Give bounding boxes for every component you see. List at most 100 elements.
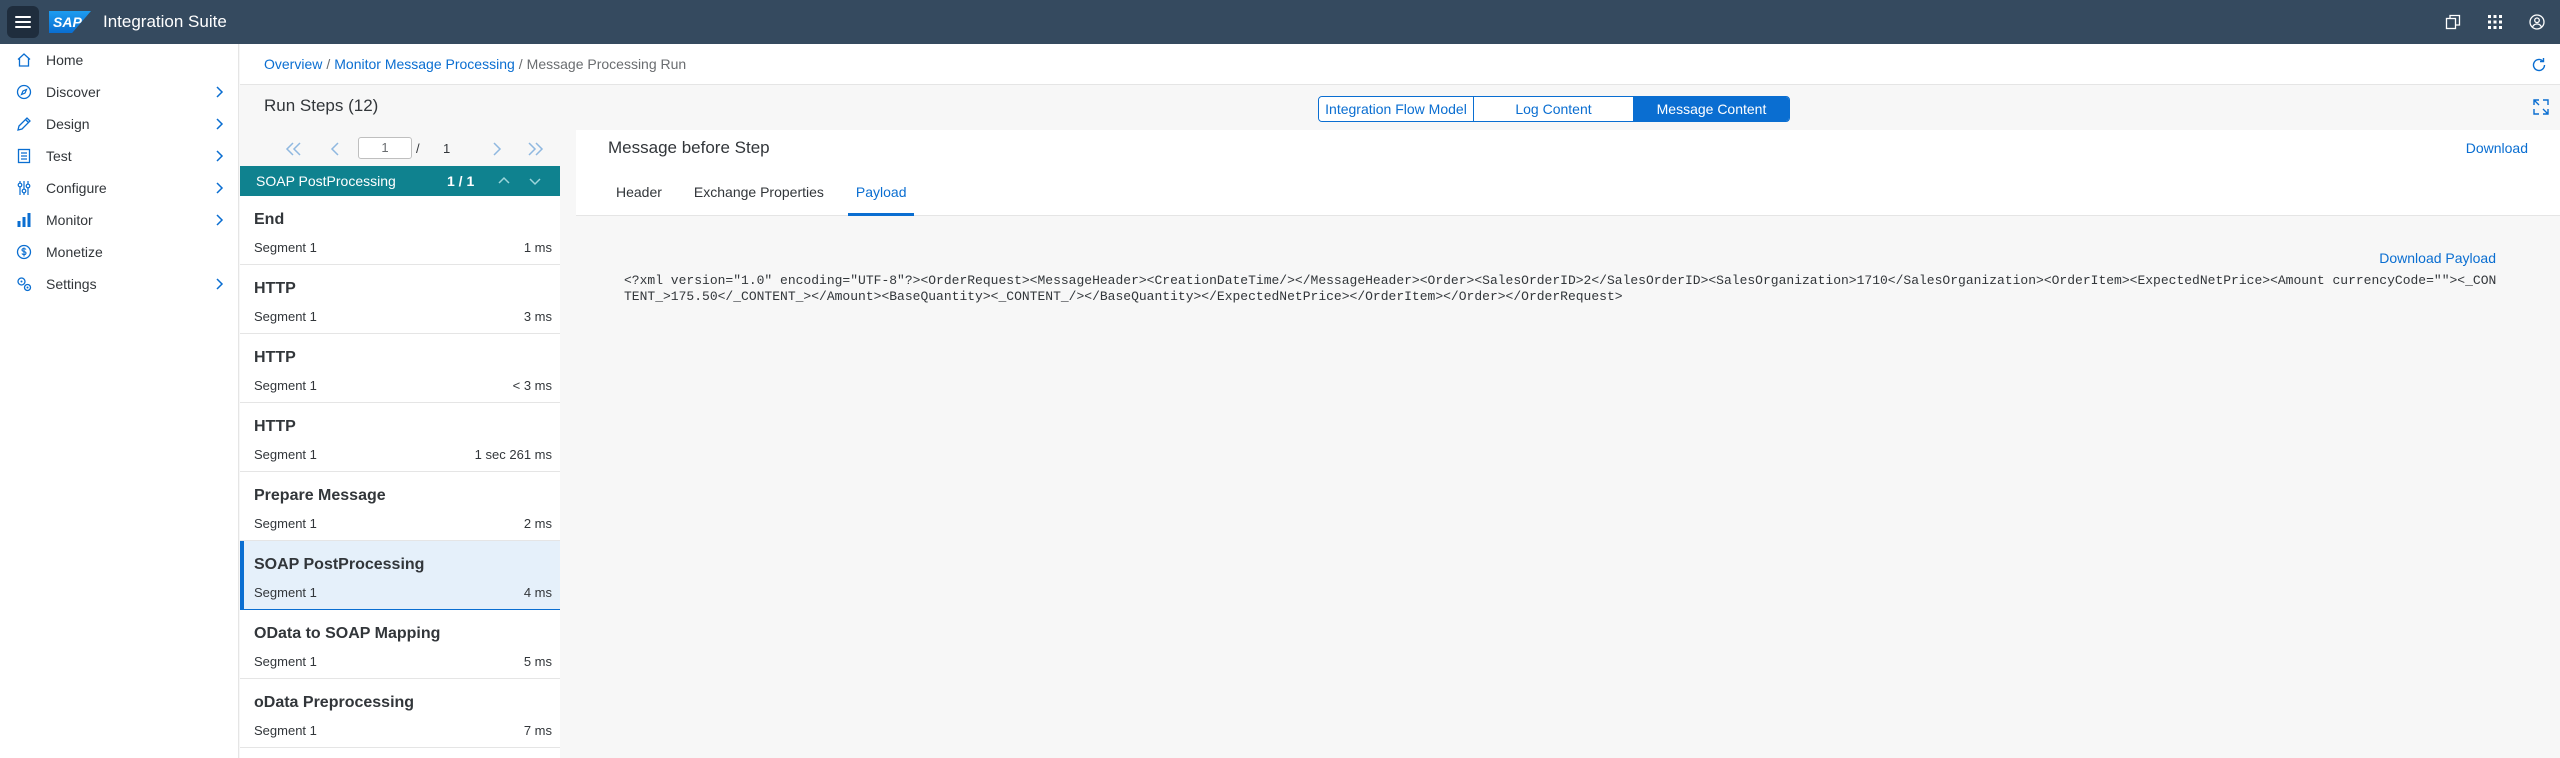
nav-label: Discover [46,84,101,100]
refresh-icon[interactable] [2530,56,2548,74]
step-duration: 7 ms [523,723,552,738]
page-number-input[interactable]: 1 [358,137,412,159]
checklist-icon [16,148,32,164]
breadcrumb-current: Message Processing Run [526,56,687,72]
nav-label: Design [46,116,90,132]
selected-step-name: SOAP PostProcessing [256,173,396,189]
nav-item-discover[interactable]: Discover [0,76,238,108]
app-grid-icon[interactable] [2486,13,2504,31]
list-item[interactable]: HTTP Segment 1 < 3 ms [240,334,560,403]
page-total: 1 [443,141,451,156]
step-name: OData to SOAP Mapping [254,625,441,642]
chevron-right-icon [216,214,224,226]
chevron-right-icon [216,86,224,98]
nav-item-monetize[interactable]: Monetize [0,236,238,268]
sliders-icon [16,180,32,196]
last-page-icon[interactable] [526,140,544,158]
download-payload-link[interactable]: Download Payload [2379,250,2496,266]
chevron-right-icon [216,182,224,194]
tab-log-content[interactable]: Log Content [1474,97,1634,121]
step-name: SOAP PostProcessing [254,556,425,573]
step-segment: Segment 1 [254,378,317,393]
list-item[interactable]: oData Preprocessing Segment 1 7 ms [240,679,560,748]
expand-icon[interactable] [2532,98,2550,116]
first-page-icon[interactable] [285,140,303,158]
download-link[interactable]: Download [2466,140,2528,156]
hamburger-icon [15,16,31,28]
breadcrumb-separator: / [518,56,523,72]
message-tabs: Header Exchange Properties Payload [600,178,922,216]
run-steps-title: Run Steps (12) [264,96,379,115]
step-duration: 2 ms [523,516,552,531]
user-avatar-icon[interactable] [2528,13,2546,31]
gears-icon [16,276,32,292]
step-name: HTTP [254,418,296,435]
step-name: HTTP [254,280,296,297]
list-item[interactable]: End Segment 1 1 ms [240,196,560,265]
message-title: Message before Step [608,138,770,157]
chevron-down-icon[interactable] [527,173,543,189]
step-segment: Segment 1 [254,654,317,669]
list-item-selected[interactable]: SOAP PostProcessing Segment 1 4 ms [240,541,560,610]
step-segment: Segment 1 [254,723,317,738]
app-title: Integration Suite [103,12,227,31]
step-duration: 5 ms [523,654,552,669]
message-header: Message before Step Download Header Exch… [576,130,2560,216]
step-duration: 1 ms [523,240,552,255]
list-item[interactable]: HTTP Segment 1 3 ms [240,265,560,334]
nav-item-design[interactable]: Design [0,108,238,140]
nav-label: Home [46,52,84,68]
breadcrumb-link-overview[interactable]: Overview [264,56,322,72]
pencil-icon [16,116,32,132]
payload-text: <?xml version="1.0" encoding="UTF-8"?><O… [624,273,2497,304]
nav-label: Test [46,148,72,164]
compass-icon [16,84,32,100]
nav-item-configure[interactable]: Configure [0,172,238,204]
copy-icon[interactable] [2444,13,2462,31]
step-duration: 3 ms [523,309,552,324]
nav-label: Settings [46,276,97,292]
list-item[interactable]: OData to SOAP Mapping Segment 1 5 ms [240,610,560,679]
step-segment: Segment 1 [254,240,317,255]
breadcrumb-separator: / [326,56,331,72]
tab-header[interactable]: Header [600,178,678,216]
step-duration: 1 sec 261 ms [474,447,552,462]
step-name: HTTP [254,349,296,366]
list-item[interactable]: HTTP Segment 1 1 sec 261 ms [240,403,560,472]
chevron-right-icon [216,278,224,290]
nav-label: Monitor [46,212,93,228]
tab-payload[interactable]: Payload [840,178,923,216]
selected-step-count: 1 / 1 [447,173,475,189]
chevron-up-icon[interactable] [496,173,512,189]
view-segmented-button: Integration Flow Model Log Content Messa… [1318,96,1790,122]
menu-button[interactable] [7,6,39,38]
step-duration: 4 ms [523,585,552,600]
next-page-icon[interactable] [488,140,506,158]
home-icon [16,52,32,68]
tab-message-content[interactable]: Message Content [1634,97,1789,121]
step-segment: Segment 1 [254,447,317,462]
tab-integration-flow-model[interactable]: Integration Flow Model [1319,97,1474,121]
chevron-right-icon [216,150,224,162]
list-item[interactable]: Prepare Message Segment 1 2 ms [240,472,560,541]
nav-item-monitor[interactable]: Monitor [0,204,238,236]
step-segment: Segment 1 [254,309,317,324]
selected-step-bar: SOAP PostProcessing 1 / 1 [240,166,560,196]
nav-item-settings[interactable]: Settings [0,268,238,300]
step-segment: Segment 1 [254,585,317,600]
sap-logo[interactable]: SAP [49,11,91,33]
previous-page-icon[interactable] [326,140,344,158]
nav-item-test[interactable]: Test [0,140,238,172]
step-name: Prepare Message [254,487,386,504]
shell-bar: SAP Integration Suite [0,0,2560,44]
run-steps-list: End Segment 1 1 ms HTTP Segment 1 3 ms H… [240,196,560,758]
breadcrumb-link-monitor[interactable]: Monitor Message Processing [334,56,515,72]
step-name: oData Preprocessing [254,694,415,711]
chevron-right-icon [216,118,224,130]
step-duration: < 3 ms [512,378,552,393]
nav-item-home[interactable]: Home [0,44,238,76]
bar-chart-icon [16,212,32,228]
nav-label: Monetize [46,244,103,260]
tab-exchange-properties[interactable]: Exchange Properties [678,178,840,216]
message-content-panel: Message before Step Download Header Exch… [576,130,2560,758]
